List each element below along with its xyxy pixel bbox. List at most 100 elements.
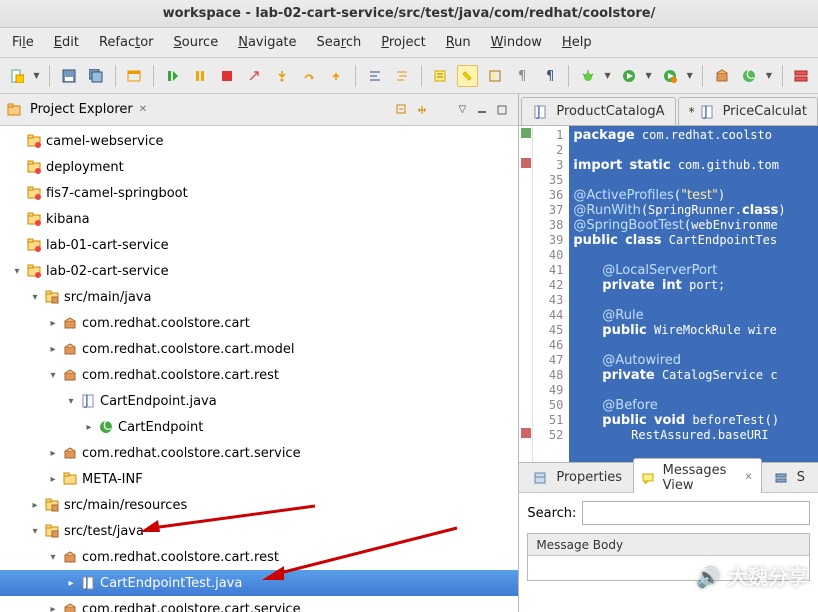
tree-item[interactable]: ▸com.redhat.coolstore.cart.service bbox=[0, 440, 518, 466]
proj-icon bbox=[26, 185, 42, 201]
new-button[interactable] bbox=[6, 65, 27, 87]
editor-tab[interactable]: JPriceCalculat bbox=[678, 97, 818, 125]
pkg-icon bbox=[62, 601, 78, 612]
srcf-icon bbox=[44, 289, 60, 305]
menu-navigate[interactable]: Navigate bbox=[230, 31, 304, 54]
tree-item[interactable]: ▾com.redhat.coolstore.cart.rest bbox=[0, 362, 518, 388]
tree-item[interactable]: ▾lab-02-cart-service bbox=[0, 258, 518, 284]
fld-icon bbox=[62, 471, 78, 487]
tree-item[interactable]: ▸JCartEndpointTest.java bbox=[0, 570, 518, 596]
editor-tab-bar: JProductCatalogAJPriceCalculat bbox=[519, 94, 818, 126]
annotations-button[interactable] bbox=[430, 65, 451, 87]
tree-item[interactable]: lab-01-cart-service bbox=[0, 232, 518, 258]
close-view-icon[interactable]: ✕ bbox=[139, 104, 147, 115]
cls-icon: C bbox=[98, 419, 114, 435]
bottom-tab-properties[interactable]: Properties bbox=[523, 465, 631, 491]
tree-item[interactable]: ▸com.redhat.coolstore.cart bbox=[0, 310, 518, 336]
new-class-button[interactable]: C bbox=[739, 65, 760, 87]
step-into-button[interactable] bbox=[271, 65, 292, 87]
toggle-breadcrumb-button[interactable] bbox=[124, 65, 145, 87]
svg-text:J: J bbox=[84, 394, 89, 408]
tree-item[interactable]: ▾JCartEndpoint.java bbox=[0, 388, 518, 414]
tree-item[interactable]: camel-webservice bbox=[0, 128, 518, 154]
svg-text:¶: ¶ bbox=[546, 70, 554, 82]
disconnect-button[interactable] bbox=[244, 65, 265, 87]
collapse-all-button[interactable] bbox=[393, 101, 411, 119]
pkg-icon bbox=[62, 445, 78, 461]
tree-item[interactable]: ▾com.redhat.coolstore.cart.rest bbox=[0, 544, 518, 570]
pkg-icon bbox=[62, 367, 78, 383]
proj-icon bbox=[26, 237, 42, 253]
debug-button[interactable] bbox=[577, 65, 598, 87]
bottom-tab-bar: PropertiesMessages View ✕S bbox=[519, 463, 818, 493]
link-editor-button[interactable] bbox=[413, 101, 431, 119]
proj-icon bbox=[26, 263, 42, 279]
svg-text:J: J bbox=[536, 105, 541, 119]
step-over-button[interactable] bbox=[298, 65, 319, 87]
tree-item[interactable]: ▸META-INF bbox=[0, 466, 518, 492]
mark-button[interactable] bbox=[457, 65, 478, 87]
project-tree[interactable]: camel-webservicedeploymentfis7-camel-spr… bbox=[0, 126, 518, 612]
menu-source[interactable]: Source bbox=[166, 31, 227, 54]
ju-icon: J bbox=[80, 575, 96, 591]
view-menu-button[interactable]: ▽ bbox=[453, 101, 471, 119]
project-explorer-view: Project Explorer ✕ ▽ camel-webservicedep… bbox=[0, 94, 519, 612]
run-last-button[interactable] bbox=[659, 65, 680, 87]
search-input[interactable] bbox=[582, 501, 810, 525]
paragraph-button[interactable]: ¶ bbox=[539, 65, 560, 87]
servers-button[interactable] bbox=[791, 65, 812, 87]
messages-table[interactable]: Message Body bbox=[527, 533, 810, 581]
srcf-icon bbox=[44, 497, 60, 513]
tree-item[interactable]: kibana bbox=[0, 206, 518, 232]
tree-item[interactable]: ▾src/test/java bbox=[0, 518, 518, 544]
step-return-button[interactable] bbox=[326, 65, 347, 87]
bottom-tab-s[interactable]: S bbox=[764, 465, 814, 491]
srcf-icon bbox=[44, 523, 60, 539]
menu-run[interactable]: Run bbox=[438, 31, 479, 54]
menu-project[interactable]: Project bbox=[373, 31, 434, 54]
proj-icon bbox=[26, 133, 42, 149]
ju-icon: J bbox=[80, 393, 96, 409]
code-text[interactable]: package com.redhat.coolsto import static… bbox=[569, 126, 818, 462]
svg-text:J: J bbox=[84, 576, 89, 590]
messages-table-header: Message Body bbox=[528, 534, 809, 556]
bottom-panel: PropertiesMessages View ✕S Search: Messa… bbox=[519, 462, 818, 612]
tree-item[interactable]: ▸com.redhat.coolstore.cart.model bbox=[0, 336, 518, 362]
tree-item[interactable]: ▸src/main/resources bbox=[0, 492, 518, 518]
annotation-gutter bbox=[519, 126, 533, 462]
editor-tab[interactable]: JProductCatalogA bbox=[521, 97, 675, 125]
bottom-tab-messages-view[interactable]: Messages View ✕ bbox=[633, 458, 762, 498]
show-whitespace-button[interactable]: ¶ bbox=[512, 65, 533, 87]
menu-window[interactable]: Window bbox=[483, 31, 550, 54]
save-button[interactable] bbox=[58, 65, 79, 87]
maximize-view-button[interactable] bbox=[493, 101, 511, 119]
tree-item[interactable]: deployment bbox=[0, 154, 518, 180]
run-button[interactable] bbox=[618, 65, 639, 87]
save-all-button[interactable] bbox=[85, 65, 106, 87]
block-select-button[interactable] bbox=[484, 65, 505, 87]
menu-bar: FileEditRefactorSourceNavigateSearchProj… bbox=[0, 28, 818, 58]
line-number-gutter: 123353637383940414243444546474849505152 bbox=[533, 126, 569, 462]
svg-text:C: C bbox=[103, 420, 112, 434]
code-editor[interactable]: 123353637383940414243444546474849505152 … bbox=[519, 126, 818, 462]
pkg-icon bbox=[62, 549, 78, 565]
menu-file[interactable]: File bbox=[4, 31, 42, 54]
minimize-view-button[interactable] bbox=[473, 101, 491, 119]
new-package-button[interactable] bbox=[711, 65, 732, 87]
menu-search[interactable]: Search bbox=[309, 31, 370, 54]
svg-text:¶: ¶ bbox=[518, 70, 526, 82]
tree-item[interactable]: ▾src/main/java bbox=[0, 284, 518, 310]
tree-item[interactable]: ▸com.redhat.coolstore.cart.service bbox=[0, 596, 518, 612]
project-explorer-icon bbox=[6, 102, 22, 118]
resume-button[interactable] bbox=[162, 65, 183, 87]
format-button[interactable] bbox=[391, 65, 412, 87]
tree-item[interactable]: fis7-camel-springboot bbox=[0, 180, 518, 206]
align-button[interactable] bbox=[364, 65, 385, 87]
tree-item[interactable]: ▸CCartEndpoint bbox=[0, 414, 518, 440]
menu-edit[interactable]: Edit bbox=[46, 31, 87, 54]
project-explorer-title: Project Explorer bbox=[30, 102, 133, 117]
menu-help[interactable]: Help bbox=[554, 31, 600, 54]
terminate-button[interactable] bbox=[217, 65, 238, 87]
menu-refactor[interactable]: Refactor bbox=[91, 31, 162, 54]
suspend-button[interactable] bbox=[189, 65, 210, 87]
